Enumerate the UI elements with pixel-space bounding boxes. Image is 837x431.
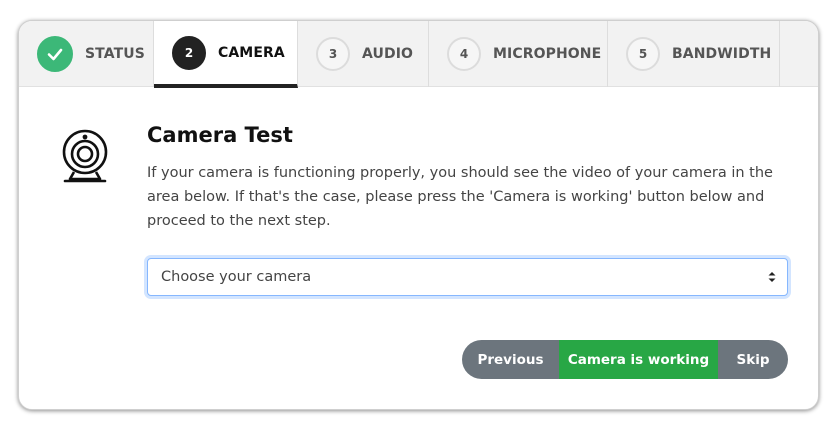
webcam-icon	[59, 125, 115, 185]
page-title: Camera Test	[147, 123, 293, 147]
camera-working-button[interactable]: Camera is working	[559, 340, 718, 379]
camera-select-value: Choose your camera	[161, 269, 312, 285]
step-tabs: STATUS 2 CAMERA 3 AUDIO 4 MICROPHONE 5 B…	[19, 21, 818, 88]
instructions-text: If your camera is functioning properly, …	[147, 165, 773, 229]
skip-button[interactable]: Skip	[718, 340, 788, 379]
select-arrows-icon	[767, 270, 777, 284]
tab-bandwidth-label: BANDWIDTH	[672, 46, 772, 62]
tab-audio-number: 3	[316, 37, 350, 71]
tab-status-label: STATUS	[85, 46, 145, 62]
tab-status[interactable]: STATUS	[19, 21, 154, 87]
camera-test-card: STATUS 2 CAMERA 3 AUDIO 4 MICROPHONE 5 B…	[18, 20, 819, 410]
previous-button[interactable]: Previous	[462, 340, 559, 379]
tab-bandwidth-number: 5	[626, 37, 660, 71]
camera-select[interactable]: Choose your camera	[147, 258, 788, 296]
tab-bandwidth[interactable]: 5 BANDWIDTH	[608, 21, 780, 87]
tab-audio-label: AUDIO	[362, 46, 414, 62]
tab-microphone-number: 4	[447, 37, 481, 71]
tab-audio[interactable]: 3 AUDIO	[298, 21, 429, 87]
checkmark-icon	[37, 36, 73, 72]
action-buttons: Previous Camera is working Skip	[462, 340, 788, 379]
tab-microphone-label: MICROPHONE	[493, 46, 602, 62]
tab-camera-label: CAMERA	[218, 44, 285, 61]
tab-microphone[interactable]: 4 MICROPHONE	[429, 21, 608, 87]
tab-camera-number: 2	[172, 35, 206, 70]
tab-camera[interactable]: 2 CAMERA	[154, 21, 298, 88]
